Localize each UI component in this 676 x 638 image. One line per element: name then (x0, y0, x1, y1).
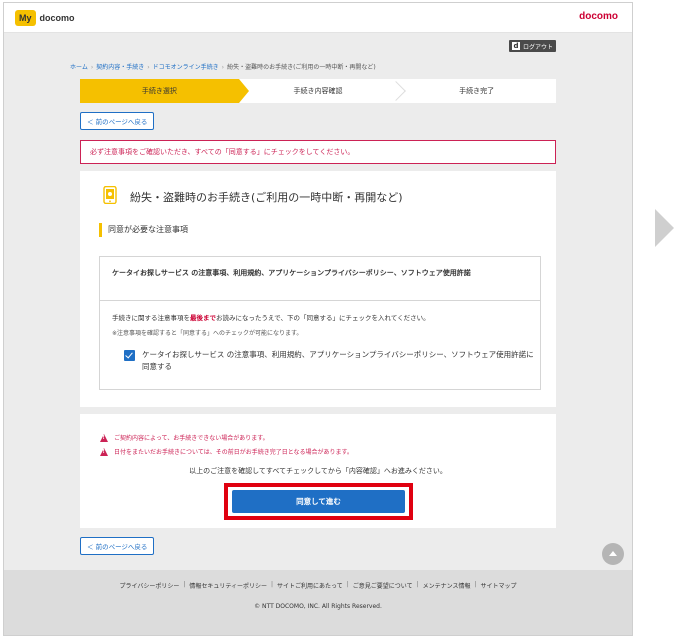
footer-separator: | (416, 581, 419, 588)
footer-separator: | (183, 581, 186, 588)
progress-steps: 手続き選択 手続き内容確認 手続き完了 (80, 79, 556, 103)
smartphone-icon (103, 186, 117, 204)
terms-note: ※注意事項を確認すると「同意する」へのチェックが可能になります。 (112, 330, 303, 337)
terms-instruction-post: お読みになったうえで、下の「同意する」にチェックを入れてください。 (216, 314, 430, 322)
step-complete: 手続き完了 (397, 79, 556, 103)
next-step-arrow-icon (655, 209, 674, 247)
breadcrumb-contract[interactable]: 契約内容・手続き (96, 64, 144, 71)
browser-frame: My docomo docomo d ログアウト ホーム › 契約内容・手続き › ドコ… (3, 2, 633, 636)
warning-row: 日付をまたいだお手続きについては、その前日がお手続き完了日となる場合があります。 (100, 447, 353, 456)
footer-link-terms[interactable]: サイトご利用にあたって (277, 581, 343, 590)
terms-body: 手続きに関する注意事項を最後までお読みになったうえで、下の「同意する」にチェック… (112, 312, 532, 337)
site-header: My docomo docomo (4, 3, 632, 33)
logo-docomo-text: docomo (39, 13, 75, 23)
d-account-icon: d (511, 42, 520, 50)
copyright: © NTT DOCOMO, INC. All Rights Reserved. (254, 603, 382, 610)
warning-row: ご契約内容によって、お手続きできない場合があります。 (100, 433, 269, 442)
footer-link-feedback[interactable]: ご意見ご要望について (353, 581, 413, 590)
logout-button[interactable]: d ログアウト (508, 40, 556, 52)
footer-link-sitemap[interactable]: サイトマップ (481, 581, 517, 590)
terms-instruction-pre: 手続きに関する注意事項を (112, 314, 190, 322)
notice-card: ご契約内容によって、お手続きできない場合があります。 日付をまたいだお手続きにつ… (80, 414, 556, 528)
submit-highlight: 同意して進む (224, 483, 413, 520)
warning-icon (100, 447, 108, 456)
section-title: 同意が必要な注意事項 (99, 223, 188, 237)
step-label: 手続き内容確認 (293, 87, 343, 95)
my-docomo-logo[interactable]: My docomo (15, 10, 75, 26)
back-button-bottom[interactable]: ＜ 前のページへ戻る (80, 537, 155, 555)
scroll-to-top-button[interactable] (602, 543, 624, 565)
step-label: 手続き完了 (459, 87, 495, 95)
logo-my-badge: My (15, 10, 36, 26)
agree-row[interactable]: ケータイお探しサービス の注意事項、利用規約、アプリケーションプライバシーポリシ… (124, 349, 534, 373)
footer-link-privacy[interactable]: プライバシーポリシー (119, 581, 179, 590)
breadcrumb-current: 紛失・盗難時のお手続き(ご利用の一時中断・再開など) (227, 64, 376, 71)
footer-separator: | (271, 581, 274, 588)
step-select: 手続き選択 (80, 79, 249, 103)
sub-bar: d ログアウト (4, 34, 632, 56)
warning-icon (100, 433, 108, 442)
terms-heading: ケータイお探しサービス の注意事項、利用規約、アプリケーションプライバシーポリシ… (100, 257, 540, 301)
breadcrumb-online-procedures[interactable]: ドコモオンライン手続き (153, 64, 219, 71)
footer-links: プライバシーポリシー | 情報セキュリティーポリシー | サイトご利用にあたって | … (4, 581, 632, 590)
footer-separator: | (474, 581, 477, 588)
terms-instruction-emphasis: 最後まで (190, 314, 216, 322)
footer-link-maintenance[interactable]: メンテナンス情報 (423, 581, 471, 590)
breadcrumb: ホーム › 契約内容・手続き › ドコモオンライン手続き › 紛失・盗難時のお手続き(ご利用… (70, 62, 376, 71)
alert-message: 必ず注意事項をご確認いただき、すべての「同意する」にチェックをしてください。 (80, 140, 556, 164)
page-title: 紛失・盗難時のお手続き(ご利用の一時中断・再開など) (130, 191, 403, 204)
back-button-top[interactable]: ＜ 前のページへ戻る (80, 112, 155, 130)
breadcrumb-separator: › (221, 64, 225, 71)
logout-label: ログアウト (522, 43, 553, 51)
breadcrumb-home[interactable]: ホーム (70, 64, 88, 71)
footer-separator: | (346, 581, 349, 588)
site-footer: プライバシーポリシー | 情報セキュリティーポリシー | サイトご利用にあたって | … (4, 570, 632, 635)
agree-label[interactable]: ケータイお探しサービス の注意事項、利用規約、アプリケーションプライバシーポリシ… (142, 349, 534, 373)
breadcrumb-separator: › (90, 64, 94, 71)
terms-instruction: 手続きに関する注意事項を最後までお読みになったうえで、下の「同意する」にチェック… (112, 312, 532, 322)
main-card: 紛失・盗難時のお手続き(ご利用の一時中断・再開など) 同意が必要な注意事項 ケー… (80, 171, 556, 407)
agree-checkbox[interactable] (124, 350, 135, 361)
agree-and-proceed-button[interactable]: 同意して進む (232, 490, 405, 513)
docomo-brand-logo[interactable]: docomo (579, 11, 618, 22)
step-label: 手続き選択 (141, 87, 177, 95)
confirm-instruction: 以上のご注意を確認してすべてチェックしてから「内容確認」へお進みください。 (189, 467, 447, 475)
terms-box: ケータイお探しサービス の注意事項、利用規約、アプリケーションプライバシーポリシ… (99, 256, 541, 390)
warning-text: ご契約内容によって、お手続きできない場合があります。 (114, 435, 269, 442)
breadcrumb-separator: › (147, 64, 150, 71)
footer-link-security[interactable]: 情報セキュリティーポリシー (189, 581, 267, 590)
step-confirm: 手続き内容確認 (239, 79, 407, 103)
warning-text: 日付をまたいだお手続きについては、その前日がお手続き完了日となる場合があります。 (114, 449, 353, 456)
